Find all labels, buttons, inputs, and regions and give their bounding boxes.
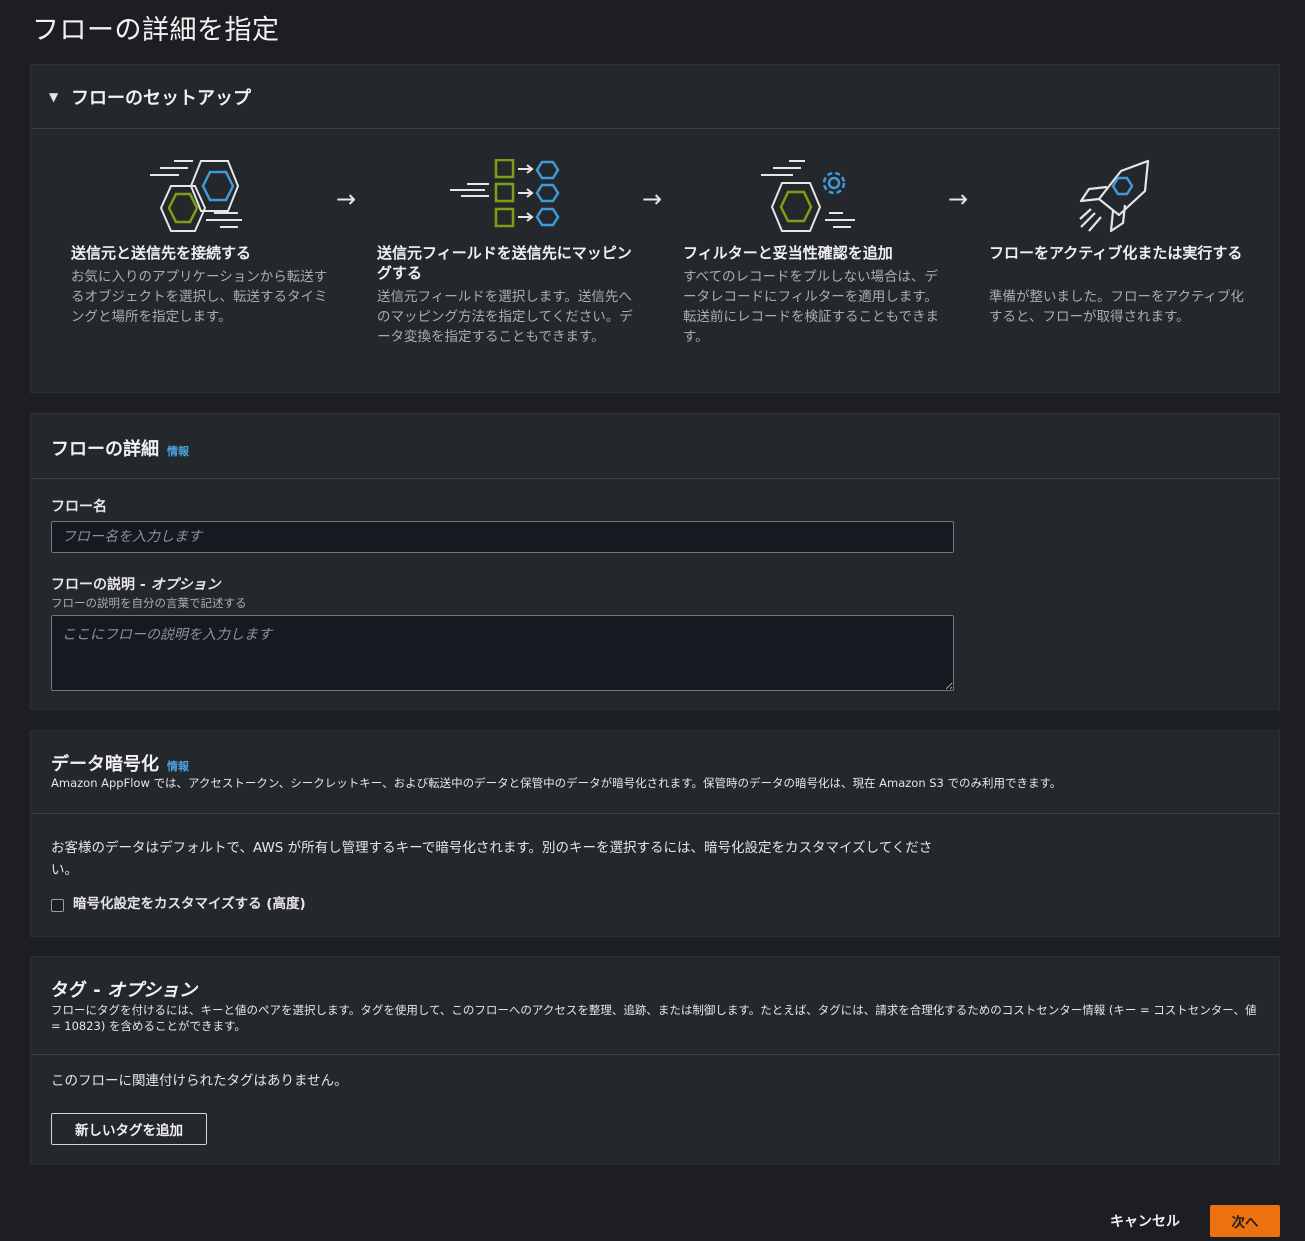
tags-header: タグ - オプション フローにタグを付けるには、キーと値のペアを選択します。タグ…	[31, 957, 1279, 1055]
flow-details-panel: フローの詳細情報 フロー名 フローの説明 - オプション フローの説明を自分の言…	[30, 413, 1280, 710]
data-encryption-header: データ暗号化 情報 Amazon AppFlow では、アクセストークン、シークレ…	[31, 731, 1279, 814]
info-link[interactable]: 情報	[167, 760, 189, 773]
caret-down-icon[interactable]: ▼	[49, 90, 58, 104]
step-description: 送信元フィールドを選択します。送信先へのマッピング方法を指定してください。データ…	[377, 289, 633, 345]
customize-encryption-label[interactable]: 暗号化設定をカスタマイズする (高度)	[73, 896, 306, 912]
flow-description-label-main: フローの説明 -	[51, 577, 151, 593]
flow-name-label: フロー名	[51, 499, 107, 515]
connect-hexagons-icon	[150, 160, 242, 232]
filter-gear-icon	[761, 160, 855, 232]
flow-description-input[interactable]	[51, 615, 954, 691]
data-encryption-description: Amazon AppFlow では、アクセストークン、シークレットキー、および転…	[51, 776, 1062, 790]
flow-details-title: フローの詳細 情報	[51, 435, 189, 461]
arrow-right-icon: →	[948, 185, 969, 213]
flow-setup-panel: ▼ フローのセットアップ 送信元と送信先を接続する お気に入りのアプリケーション…	[30, 64, 1280, 393]
flow-description-label: フローの説明 - オプション	[51, 574, 221, 594]
step-title: フローをアクティブ化または実行する	[989, 244, 1243, 262]
tags-title: タグ - オプション	[51, 976, 197, 1002]
cancel-button[interactable]: キャンセル	[1100, 1206, 1190, 1236]
arrow-right-icon: →	[642, 185, 663, 213]
step-description: お気に入りのアプリケーションから転送するオブジェクトを選択し、転送するタイミング…	[71, 269, 328, 325]
optional-tag: オプション	[150, 577, 221, 593]
flow-description-hint: フローの説明を自分の言葉で記述する	[51, 596, 247, 610]
flow-setup-title: フローのセットアップ	[71, 88, 251, 109]
flow-details-title-text: フローの詳細	[51, 439, 159, 460]
encryption-default-text: お客様のデータはデフォルトで、AWS が所有し管理するキーで暗号化されます。別の…	[51, 840, 933, 878]
no-tags-message: このフローに関連付けられたタグはありません。	[51, 1073, 348, 1089]
step-description: 準備が整いました。フローをアクティブ化すると、フローが取得されます。	[989, 289, 1245, 325]
tags-panel: タグ - オプション フローにタグを付けるには、キーと値のペアを選択します。タグ…	[30, 956, 1280, 1165]
rocket-icon	[1079, 159, 1150, 233]
page-title: フローの詳細を指定	[32, 15, 280, 46]
data-encryption-title-text: データ暗号化	[51, 754, 159, 775]
step-description: すべてのレコードをプルしない場合は、データレコードにフィルターを適用します。転送…	[683, 269, 939, 345]
next-button[interactable]: 次へ	[1210, 1205, 1280, 1237]
flow-details-header: フローの詳細 情報	[31, 414, 1279, 479]
tags-title-main: タグ -	[51, 980, 108, 1001]
flow-name-input[interactable]	[51, 521, 954, 553]
tags-description: フローにタグを付けるには、キーと値のペアを選択します。タグを使用して、このフロー…	[51, 1003, 1257, 1033]
step-title: 送信元フィールドを送信先にマッピングする	[377, 244, 632, 282]
data-encryption-panel: データ暗号化 情報 Amazon AppFlow では、アクセストークン、シークレ…	[30, 730, 1280, 937]
add-tag-button[interactable]: 新しいタグを追加	[51, 1113, 207, 1145]
customize-encryption-checkbox[interactable]	[51, 899, 64, 912]
step-title: 送信元と送信先を接続する	[71, 244, 252, 262]
arrow-right-icon: →	[336, 185, 357, 213]
optional-tag: オプション	[107, 980, 198, 1001]
info-link[interactable]: 情報	[167, 445, 189, 458]
field-mapping-icon	[450, 159, 560, 228]
step-title: フィルターと妥当性確認を追加	[683, 244, 893, 262]
data-encryption-title: データ暗号化 情報	[51, 750, 189, 776]
flow-setup-header[interactable]: ▼ フローのセットアップ	[31, 65, 1279, 129]
